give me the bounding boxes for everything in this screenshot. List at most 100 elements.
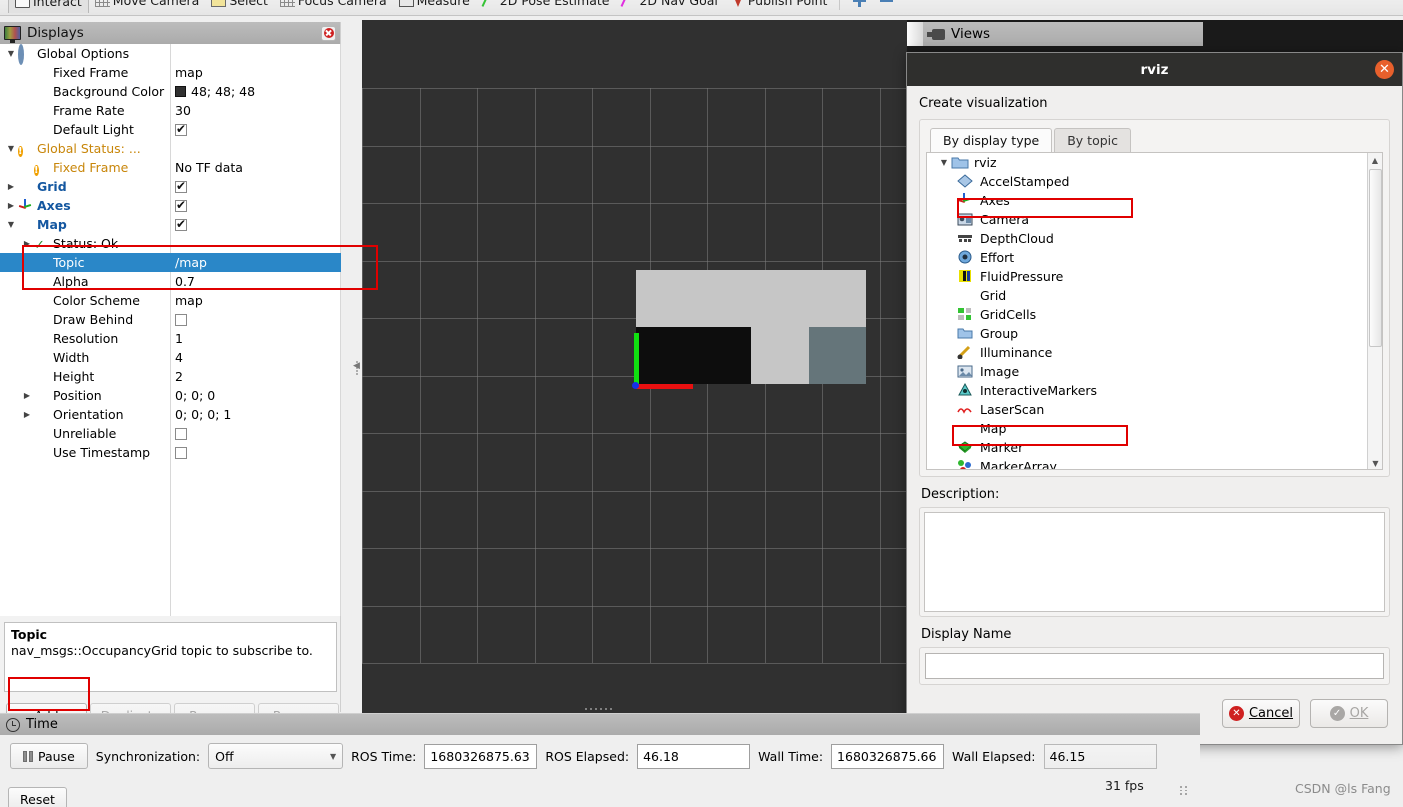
display-property-row[interactable]: Fixed Frame map	[0, 63, 341, 82]
display-property-row[interactable]: ▶ Orientation 0; 0; 0; 1	[0, 405, 341, 424]
grid-line-vertical	[362, 88, 363, 663]
tree-root-row[interactable]: ▼ rviz	[927, 153, 1382, 172]
tool-measure[interactable]: Measure	[393, 0, 476, 12]
display-type-item[interactable]: DepthCloud	[927, 229, 1382, 248]
ok-button[interactable]: ✓ OK	[1310, 699, 1388, 728]
tool-add-tool[interactable]	[846, 0, 873, 11]
display-type-item[interactable]: GridCells	[927, 305, 1382, 324]
display-property-row[interactable]: ▶ Axes	[0, 196, 341, 215]
display-type-item[interactable]: Axes	[927, 191, 1382, 210]
horizontal-splitter-handle[interactable]	[585, 708, 612, 710]
views-panel-titlebar: Views	[923, 22, 1203, 46]
tree-expander[interactable]: ▼	[4, 144, 18, 153]
display-property-row[interactable]: Resolution 1	[0, 329, 341, 348]
display-type-item[interactable]: FluidPressure	[927, 267, 1382, 286]
pause-button[interactable]: Pause	[10, 743, 88, 769]
display-type-item[interactable]: MarkerArray	[927, 457, 1382, 469]
tool-select[interactable]: Select	[205, 0, 274, 12]
cancel-button[interactable]: ✕ Cancel	[1222, 699, 1300, 728]
wall-time-field[interactable]: 1680326875.66	[831, 743, 945, 769]
color-swatch[interactable]	[175, 86, 186, 97]
property-checkbox[interactable]	[175, 313, 187, 326]
reset-button[interactable]: Reset	[8, 787, 67, 807]
tool-nav-goal[interactable]: 2D Nav Goal	[615, 0, 723, 12]
display-property-row[interactable]: Use Timestamp	[0, 443, 341, 462]
display-type-item[interactable]: Effort	[927, 248, 1382, 267]
tree-expander[interactable]: ▶	[20, 391, 34, 400]
display-property-row[interactable]: ▶ Grid	[0, 177, 341, 196]
display-name-input[interactable]	[925, 653, 1384, 679]
display-type-list[interactable]: ▼ rviz AccelStamped Axes Camera DepthCloud E…	[926, 152, 1383, 470]
displays-panel-titlebar: Displays	[0, 22, 340, 44]
display-property-row[interactable]: Draw Behind	[0, 310, 341, 329]
property-checkbox[interactable]	[175, 122, 187, 136]
display-type-item[interactable]: Grid	[927, 286, 1382, 305]
dialog-heading: Create visualization	[919, 96, 1048, 111]
display-type-item[interactable]: AccelStamped	[927, 172, 1382, 191]
scrollbar-thumb[interactable]	[1369, 169, 1382, 347]
display-type-item[interactable]: Image	[927, 362, 1382, 381]
tab-by-topic[interactable]: By topic	[1054, 128, 1132, 152]
wall-elapsed-value: 46.15	[1049, 748, 1086, 764]
tool-move-camera[interactable]: Move Camera	[89, 0, 206, 12]
display-type-item[interactable]: LaserScan	[927, 400, 1382, 419]
display-property-row[interactable]: ▶ ✓ Status: Ok	[0, 234, 341, 253]
displays-close-button[interactable]	[321, 25, 336, 41]
display-property-row[interactable]: ▼ Map	[0, 215, 341, 234]
display-type-item[interactable]: Group	[927, 324, 1382, 343]
map-cell	[636, 270, 694, 327]
axis-y	[634, 333, 639, 388]
display-type-item[interactable]: Camera	[927, 210, 1382, 229]
chevron-down-icon[interactable]: ▼	[937, 158, 951, 167]
display-list-scrollbar[interactable]: ▲ ▼	[1367, 153, 1382, 469]
scroll-down-arrow[interactable]: ▼	[1368, 456, 1382, 469]
tree-expander[interactable]: ▼	[4, 220, 18, 229]
display-property-row[interactable]: Color Scheme map	[0, 291, 341, 310]
display-property-row[interactable]: Background Color 48; 48; 48	[0, 82, 341, 101]
display-property-row[interactable]: ! Fixed Frame No TF data	[0, 158, 341, 177]
check-icon: ✓	[34, 237, 45, 253]
tool-pose-estimate[interactable]: 2D Pose Estimate	[476, 0, 616, 12]
focus-camera-icon	[279, 0, 295, 7]
tool-focus-camera[interactable]: Focus Camera	[274, 0, 393, 12]
wall-elapsed-field[interactable]: 46.15	[1043, 743, 1157, 769]
displays-tree[interactable]: ▼ Global Options Fixed Frame map Background …	[0, 44, 341, 616]
display-property-row[interactable]: ▼ Global Options	[0, 44, 341, 65]
3d-viewport[interactable]	[362, 20, 907, 713]
display-property-row[interactable]: ▶ Position 0; 0; 0	[0, 386, 341, 405]
time-panel: Time Pause Synchronization: Off ▼ ROS Ti…	[0, 713, 1200, 807]
tool-remove-tool[interactable]	[873, 0, 900, 11]
tool-publish-point[interactable]: Publish Point	[724, 0, 834, 12]
display-property-row[interactable]: Frame Rate 30	[0, 101, 341, 120]
synchronization-select[interactable]: Off ▼	[208, 743, 344, 769]
display-type-item[interactable]: Illuminance	[927, 343, 1382, 362]
tree-expander[interactable]: ▶	[4, 182, 18, 191]
splitter-collapse-arrow[interactable]: ◀	[353, 361, 360, 371]
property-checkbox[interactable]	[175, 179, 187, 193]
display-property-row[interactable]: Height 2	[0, 367, 341, 386]
property-checkbox[interactable]	[175, 217, 187, 231]
display-property-row[interactable]: Unreliable	[0, 424, 341, 443]
display-type-item[interactable]: InteractiveMarkers	[927, 381, 1382, 400]
display-type-item[interactable]: Marker	[927, 438, 1382, 457]
property-checkbox[interactable]	[175, 427, 187, 440]
dialog-close-icon[interactable]: ✕	[1375, 60, 1394, 79]
ros-elapsed-field[interactable]: 46.18	[637, 743, 751, 769]
display-property-row[interactable]: Width 4	[0, 348, 341, 367]
tab-by-display-type[interactable]: By display type	[930, 128, 1053, 153]
tree-expander[interactable]: ▶	[20, 239, 34, 248]
display-property-row[interactable]: Alpha 0.7	[0, 272, 341, 291]
property-checkbox[interactable]	[175, 446, 187, 459]
resize-grip[interactable]	[1180, 786, 1188, 795]
tool-interact[interactable]: Interact	[8, 0, 89, 13]
scroll-up-arrow[interactable]: ▲	[1368, 153, 1382, 168]
display-property-row[interactable]: ▼! Global Status: ...	[0, 139, 341, 158]
ros-time-field[interactable]: 1680326875.63	[424, 743, 538, 769]
property-checkbox[interactable]	[175, 198, 187, 212]
tree-expander[interactable]: ▼	[4, 49, 18, 58]
display-property-row[interactable]: Topic/map	[0, 253, 341, 272]
display-property-row[interactable]: Default Light	[0, 120, 341, 139]
display-type-item[interactable]: Map	[927, 419, 1382, 438]
tree-expander[interactable]: ▶	[4, 201, 18, 210]
tree-expander[interactable]: ▶	[20, 410, 34, 419]
